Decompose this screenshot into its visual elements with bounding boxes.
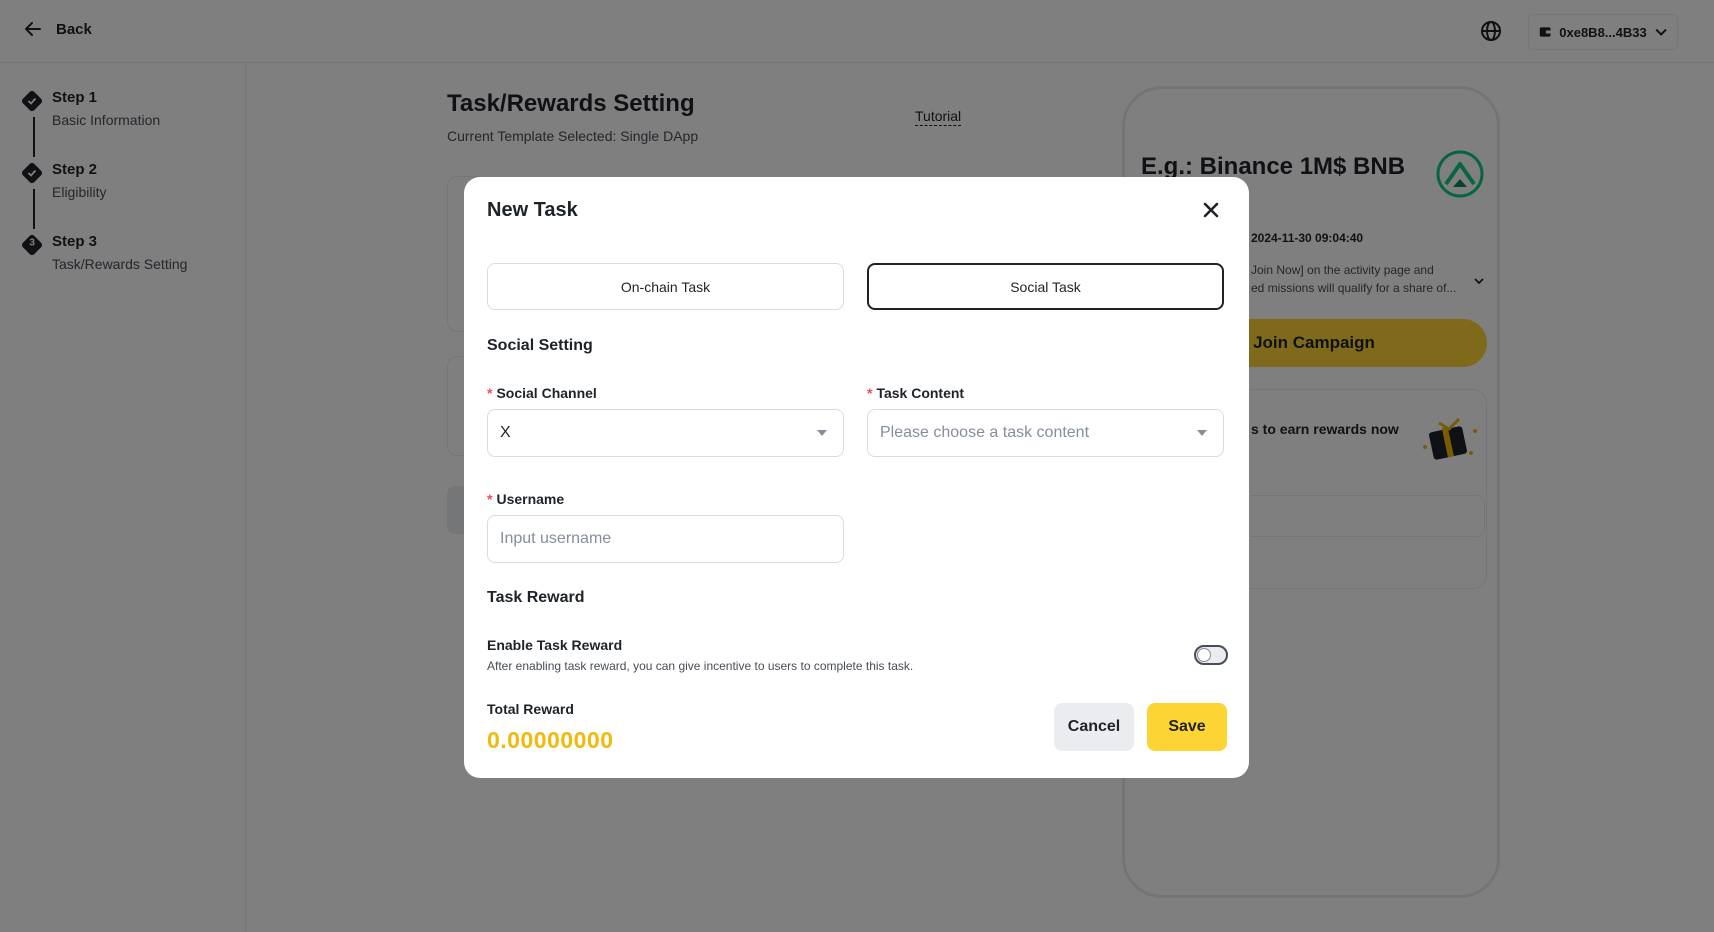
username-field[interactable]	[487, 515, 844, 563]
caret-down-icon	[1197, 430, 1207, 436]
social-setting-title: Social Setting	[487, 337, 593, 354]
enable-task-reward-toggle[interactable]	[1194, 645, 1228, 665]
tab-social-task[interactable]: Social Task	[867, 263, 1224, 310]
save-button[interactable]: Save	[1147, 703, 1227, 751]
enable-task-reward-label: Enable Task Reward	[487, 637, 623, 653]
task-content-label: * Task Content	[867, 385, 965, 401]
dialog-title: New Task	[487, 199, 578, 221]
tab-on-chain-task[interactable]: On-chain Task	[487, 263, 844, 310]
cancel-button[interactable]: Cancel	[1054, 703, 1134, 751]
enable-task-reward-description: After enabling task reward, you can give…	[487, 659, 914, 673]
new-task-dialog: New Task On-chain Task Social Task Socia…	[464, 177, 1249, 778]
social-channel-value: X	[500, 424, 511, 441]
social-channel-select[interactable]: X	[487, 409, 844, 457]
toggle-knob	[1197, 648, 1211, 662]
caret-down-icon	[817, 430, 827, 436]
total-reward-label: Total Reward	[487, 701, 574, 717]
total-reward-value: 0.00000000	[487, 727, 614, 753]
username-label: * Username	[487, 491, 565, 507]
close-icon[interactable]	[1200, 199, 1222, 221]
task-reward-title: Task Reward	[487, 589, 585, 606]
social-channel-label: * Social Channel	[487, 385, 597, 401]
username-input[interactable]	[500, 530, 831, 548]
task-content-select[interactable]: Please choose a task content	[867, 409, 1224, 457]
task-content-placeholder: Please choose a task content	[880, 424, 1090, 441]
